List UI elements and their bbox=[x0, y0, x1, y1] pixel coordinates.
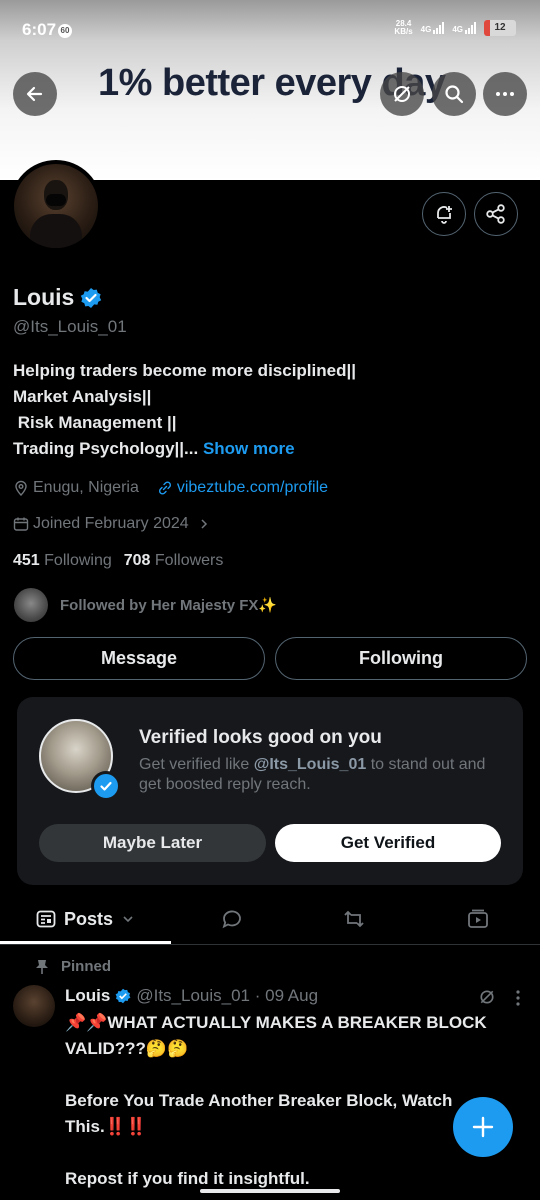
profile-name-text: Louis bbox=[13, 284, 75, 310]
pin-icon bbox=[36, 959, 48, 974]
bell-plus-icon bbox=[437, 206, 452, 224]
status-bar: 6:07 60 28.4 KB/s 4G 4G 12 bbox=[0, 0, 540, 54]
follower-avatar bbox=[14, 588, 48, 622]
following-count: 451 bbox=[13, 552, 40, 569]
post-line: Before You Trade Another Breaker Block, … bbox=[65, 1091, 453, 1136]
followed-by-row[interactable]: Followed by Her Majesty FX✨ bbox=[14, 588, 277, 622]
maybe-later-button[interactable]: Maybe Later bbox=[39, 824, 266, 862]
slash-circle-icon bbox=[394, 86, 410, 102]
reply-icon bbox=[222, 910, 241, 929]
following-count-link[interactable]: 451 Following bbox=[13, 552, 112, 570]
bio-line: Trading Psychology||... bbox=[13, 439, 199, 458]
signal-icon: 4G bbox=[421, 22, 445, 34]
status-time: 6:07 bbox=[22, 20, 57, 39]
more-button[interactable] bbox=[483, 72, 527, 116]
followers-label: Followers bbox=[154, 552, 224, 569]
website-link[interactable]: vibeztube.com/profile bbox=[177, 479, 328, 497]
post-header: Louis @Its_Louis_01 · 09 Aug bbox=[65, 986, 318, 1006]
location-text: Enugu, Nigeria bbox=[33, 479, 139, 496]
plus-icon bbox=[472, 1116, 494, 1138]
profile-name: Louis bbox=[13, 284, 102, 311]
home-indicator[interactable] bbox=[200, 1189, 340, 1193]
bio-last-line: Trading Psychology||... Show more bbox=[13, 436, 356, 462]
followers-count: 708 bbox=[123, 552, 151, 569]
followers-count-link[interactable]: 708 Followers bbox=[124, 552, 224, 570]
compose-button[interactable] bbox=[453, 1097, 513, 1157]
follow-counts: 451 Following 708 Followers bbox=[13, 552, 223, 570]
chevron-down-icon bbox=[123, 916, 133, 923]
calendar-icon bbox=[13, 517, 29, 531]
get-verified-label: Get Verified bbox=[340, 833, 436, 852]
network-type-1: 4G bbox=[420, 25, 432, 34]
verified-promo-card: Verified looks good on you Get verified … bbox=[17, 697, 523, 885]
show-more-link[interactable]: Show more bbox=[203, 439, 295, 458]
bio-line: Helping traders become more disciplined|… bbox=[13, 361, 356, 380]
share-button[interactable] bbox=[474, 192, 518, 236]
bio-line: Market Analysis|| bbox=[13, 387, 152, 406]
link-icon bbox=[158, 481, 171, 495]
tab-media[interactable] bbox=[415, 893, 540, 945]
more-vertical-icon[interactable] bbox=[515, 990, 521, 1006]
promo-desc-prefix: Get verified like bbox=[139, 756, 254, 773]
media-icon bbox=[467, 909, 488, 928]
tab-reposts[interactable] bbox=[293, 893, 415, 945]
joined-row[interactable]: Joined February 2024 bbox=[13, 515, 211, 533]
promo-description: Get verified like @Its_Louis_01 to stand… bbox=[139, 755, 499, 795]
verified-badge-icon bbox=[115, 988, 131, 1004]
message-button[interactable]: Message bbox=[13, 637, 265, 680]
profile-bio: Helping traders become more disciplined|… bbox=[13, 358, 356, 462]
search-button[interactable] bbox=[432, 72, 476, 116]
more-horizontal-icon bbox=[496, 92, 514, 96]
chevron-right-icon bbox=[201, 519, 207, 529]
joined-text: Joined February 2024 bbox=[33, 515, 189, 532]
message-label: Message bbox=[100, 648, 178, 668]
maybe-later-label: Maybe Later bbox=[102, 833, 203, 852]
network-speed: 28.4 KB/s bbox=[394, 19, 413, 36]
bio-line: Risk Management || bbox=[13, 413, 177, 432]
search-icon bbox=[445, 85, 464, 104]
arrow-left-icon bbox=[26, 86, 43, 102]
post-body[interactable]: 📌📌WHAT ACTUALLY MAKES A BREAKER BLOCK VA… bbox=[65, 1010, 505, 1192]
share-icon bbox=[486, 204, 505, 224]
battery-level: 12 bbox=[494, 22, 506, 33]
tab-posts-label: Posts bbox=[63, 908, 114, 929]
profile-tabs: Posts bbox=[0, 893, 540, 945]
following-button[interactable]: Following bbox=[275, 637, 527, 680]
promo-desc-handle: @Its_Louis_01 bbox=[253, 756, 367, 773]
tab-posts[interactable]: Posts bbox=[0, 893, 171, 945]
signal-icon-2: 4G bbox=[452, 22, 476, 34]
battery-icon: 12 bbox=[484, 20, 516, 36]
notification-badge: 60 bbox=[58, 24, 72, 38]
promo-title: Verified looks good on you bbox=[139, 727, 382, 748]
followed-by-text: Followed by Her Majesty FX✨ bbox=[60, 597, 278, 614]
grok-slash-icon[interactable] bbox=[478, 988, 496, 1006]
tab-replies[interactable] bbox=[171, 893, 293, 945]
profile-meta: Enugu, Nigeria vibeztube.com/profile bbox=[13, 479, 328, 497]
post-avatar[interactable] bbox=[13, 985, 55, 1027]
following-button-label: Following bbox=[359, 648, 443, 668]
profile-handle: @Its_Louis_01 bbox=[13, 317, 127, 336]
profile-avatar[interactable] bbox=[10, 160, 102, 252]
pinned-label-row: Pinned bbox=[35, 958, 111, 975]
notify-button[interactable] bbox=[422, 192, 466, 236]
pinned-text: Pinned bbox=[61, 958, 112, 975]
repost-icon bbox=[344, 910, 364, 928]
post-handle-date: @Its_Louis_01 · 09 Aug bbox=[136, 986, 319, 1005]
grok-button[interactable] bbox=[380, 72, 424, 116]
post-author[interactable]: Louis bbox=[65, 986, 110, 1006]
location-pin-icon bbox=[15, 480, 27, 496]
active-tab-indicator bbox=[0, 941, 171, 944]
get-verified-button[interactable]: Get Verified bbox=[275, 824, 501, 862]
following-label: Following bbox=[44, 552, 112, 569]
posts-icon bbox=[36, 910, 56, 928]
network-type-2: 4G bbox=[452, 25, 463, 34]
verified-check-icon bbox=[91, 771, 121, 801]
back-button[interactable] bbox=[13, 72, 57, 116]
status-icons: 28.4 KB/s 4G 4G 12 bbox=[394, 20, 516, 36]
post-line: 📌📌WHAT ACTUALLY MAKES A BREAKER BLOCK VA… bbox=[65, 1013, 487, 1058]
verified-badge-icon[interactable] bbox=[80, 287, 102, 309]
